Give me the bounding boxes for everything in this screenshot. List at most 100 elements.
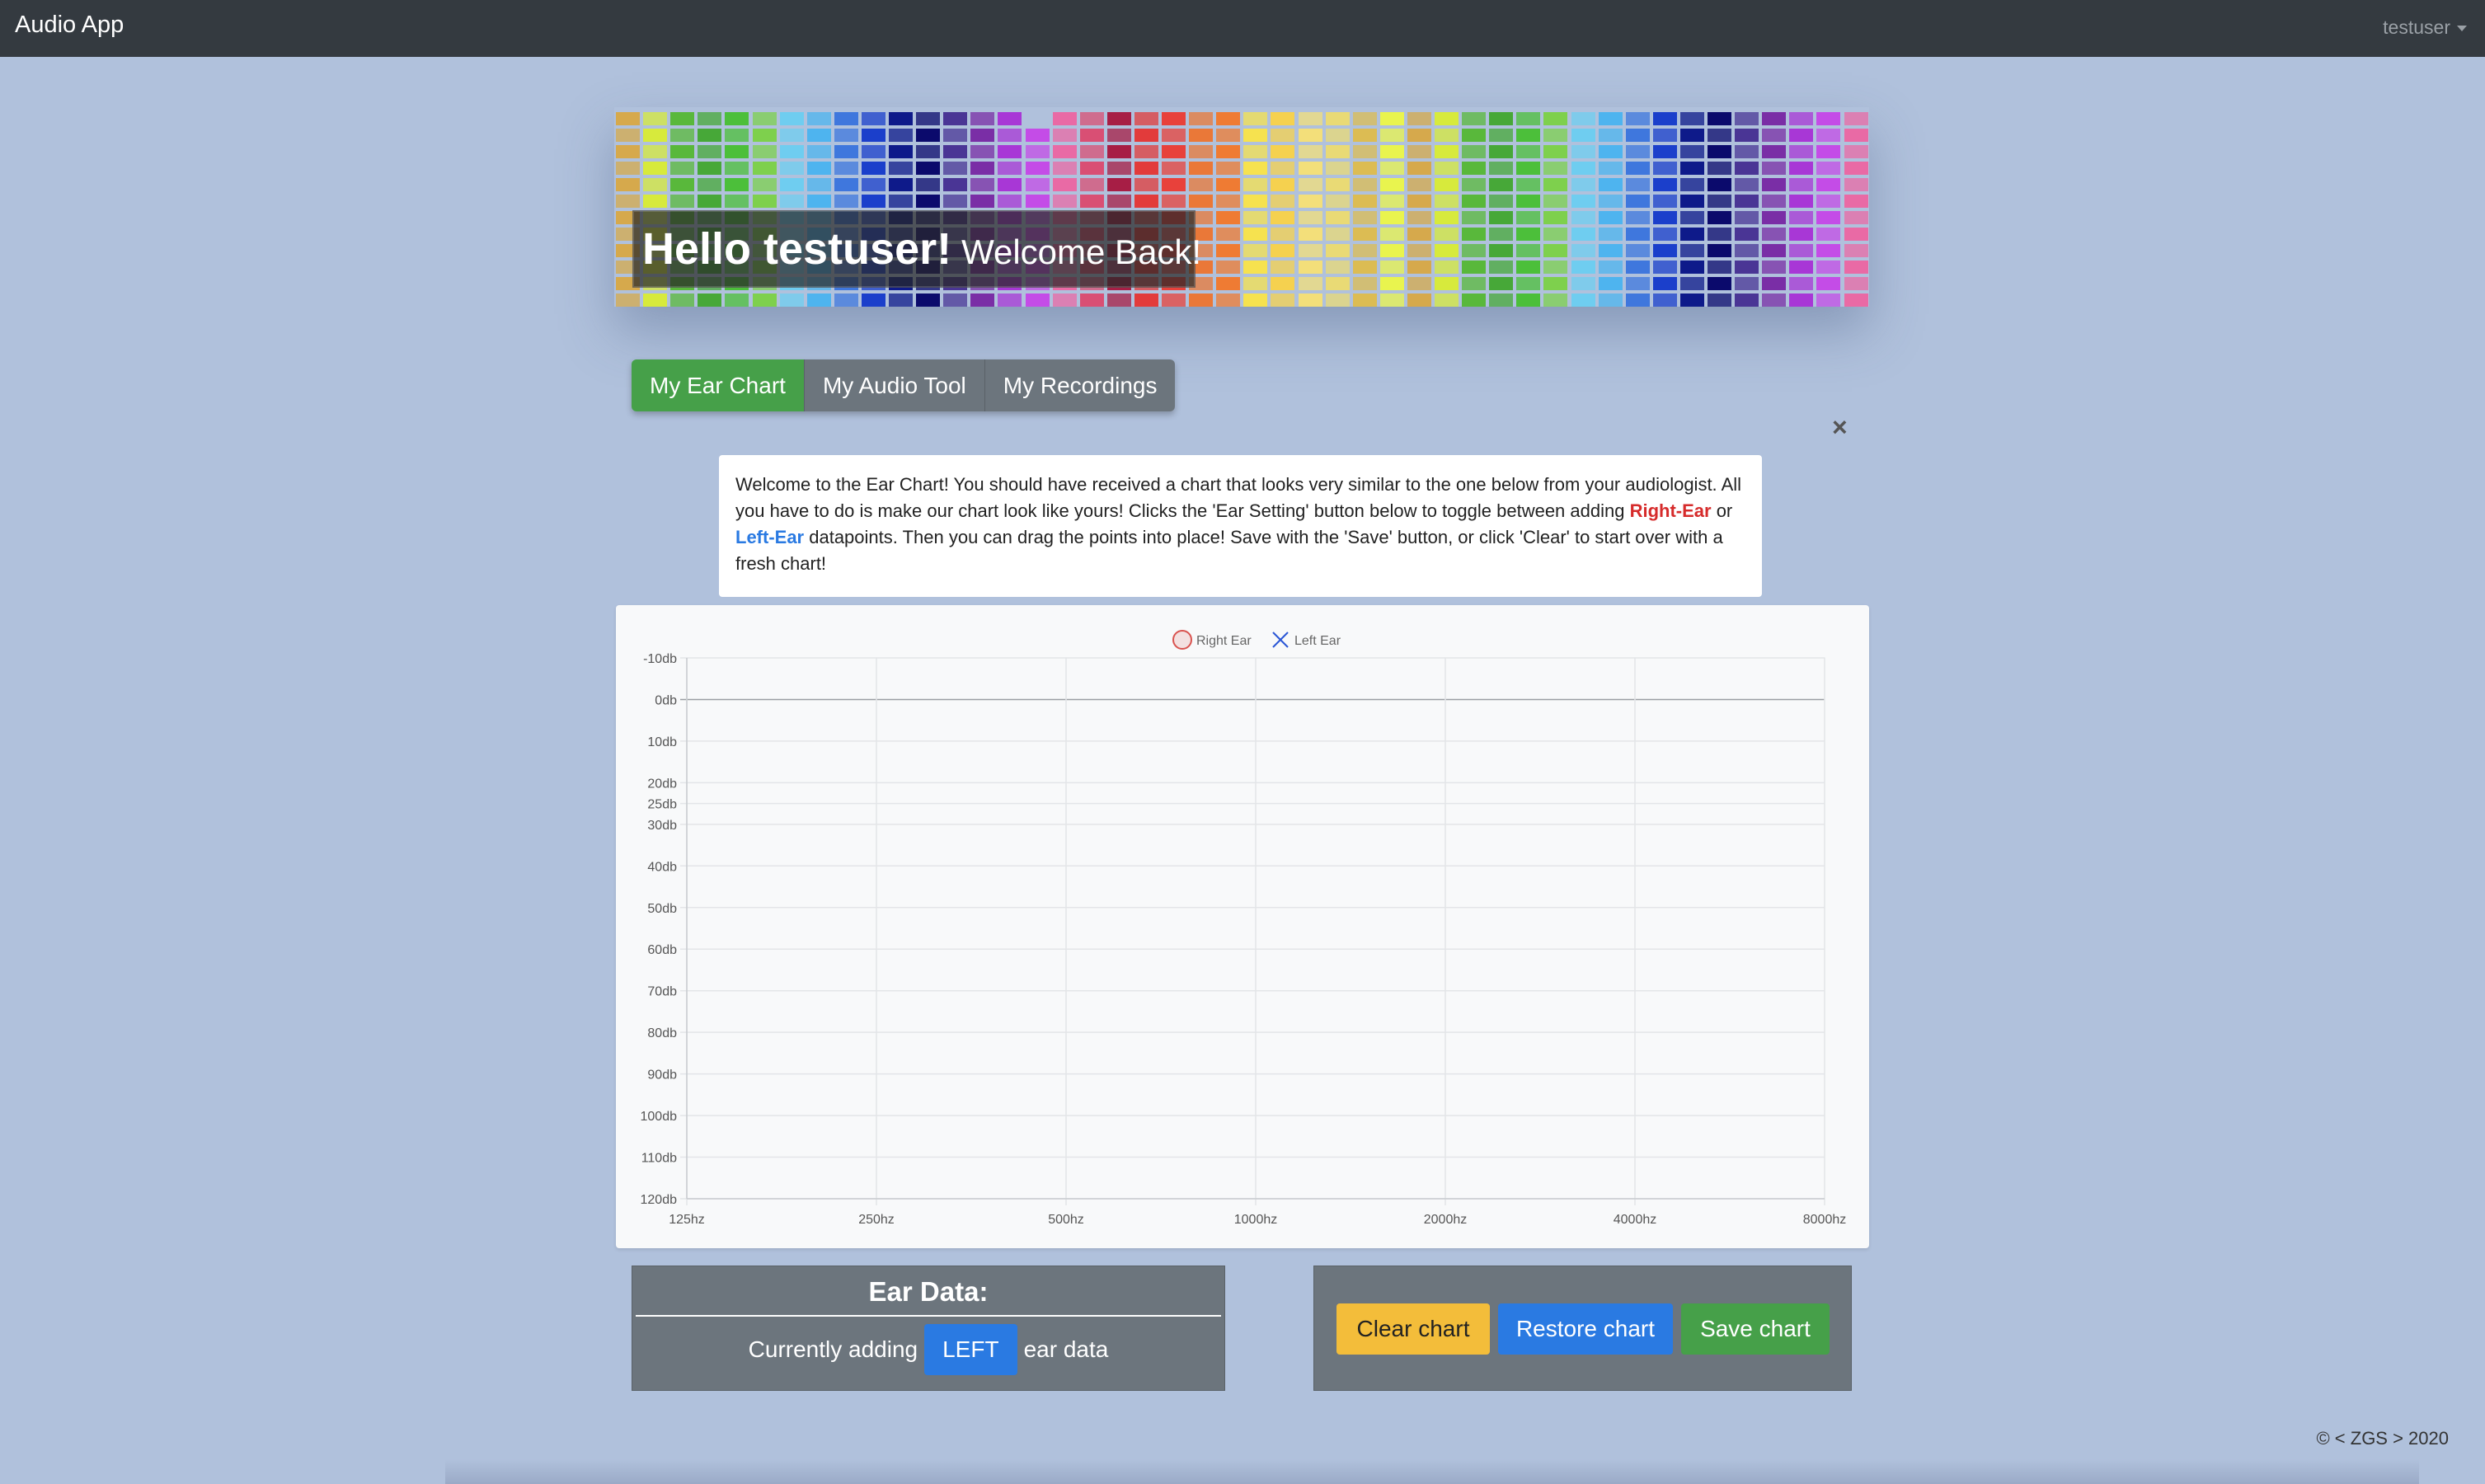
- ear-mode-prefix: Currently adding: [748, 1336, 918, 1362]
- equalizer-block: [1025, 129, 1050, 142]
- equalizer-block: [1735, 145, 1759, 158]
- equalizer-block: [1652, 129, 1677, 142]
- equalizer-bar: [1706, 107, 1733, 307]
- equalizer-block: [1435, 244, 1459, 257]
- equalizer-block: [1571, 261, 1595, 274]
- equalizer-block: [1052, 112, 1077, 125]
- equalizer-block: [1106, 129, 1131, 142]
- equalizer-block: [1462, 195, 1487, 208]
- brand-name[interactable]: Audio App: [15, 12, 124, 39]
- equalizer-block: [698, 162, 722, 175]
- equalizer-block: [806, 162, 831, 175]
- equalizer-block: [643, 195, 668, 208]
- tab-my-ear-chart[interactable]: My Ear Chart: [632, 359, 804, 411]
- equalizer-block: [1243, 228, 1268, 241]
- equalizer-block: [1489, 261, 1514, 274]
- equalizer-block: [1407, 228, 1431, 241]
- equalizer-block: [698, 294, 722, 307]
- equalizer-block: [1708, 294, 1731, 307]
- equalizer-block: [1489, 195, 1514, 208]
- tab-my-audio-tool[interactable]: My Audio Tool: [803, 359, 984, 411]
- equalizer-block: [861, 195, 885, 208]
- equalizer-block: [752, 112, 777, 125]
- equalizer-block: [1162, 129, 1186, 142]
- equalizer-block: [861, 178, 885, 191]
- equalizer-block: [1816, 261, 1841, 274]
- equalizer-block: [806, 178, 831, 191]
- equalizer-block: [1435, 294, 1459, 307]
- equalizer-block: [1571, 294, 1595, 307]
- equalizer-block: [1844, 261, 1868, 274]
- equalizer-block: [1571, 228, 1595, 241]
- equalizer-block: [1298, 195, 1322, 208]
- equalizer-block: [1325, 277, 1350, 290]
- equalizer-bar: [1269, 107, 1296, 307]
- equalizer-block: [1271, 228, 1295, 241]
- equalizer-block: [1708, 112, 1731, 125]
- equalizer-block: [1271, 129, 1295, 142]
- equalizer-block: [725, 195, 749, 208]
- user-menu[interactable]: testuser: [2383, 16, 2467, 39]
- equalizer-block: [916, 178, 941, 191]
- equalizer-bar: [1460, 107, 1487, 307]
- close-icon[interactable]: ×: [1832, 412, 1848, 443]
- equalizer-block: [1271, 211, 1295, 224]
- equalizer-block: [1271, 145, 1295, 158]
- ear-data-title: Ear Data:: [868, 1276, 989, 1307]
- equalizer-block: [1134, 162, 1158, 175]
- equalizer-block: [1652, 277, 1677, 290]
- equalizer-block: [1816, 294, 1841, 307]
- equalizer-block: [1379, 261, 1404, 274]
- equalizer-block: [1789, 145, 1814, 158]
- equalizer-bar: [1242, 107, 1269, 307]
- equalizer-block: [698, 195, 722, 208]
- equalizer-block: [1543, 129, 1568, 142]
- equalizer-block: [1162, 195, 1186, 208]
- equalizer-bar: [1597, 107, 1624, 307]
- equalizer-block: [998, 145, 1022, 158]
- equalizer-block: [1844, 244, 1868, 257]
- equalizer-block: [1598, 195, 1623, 208]
- ear-chart[interactable]: -10db 0db 10db 20db 25db 30db 40db 50db 60db 70db…: [616, 605, 1869, 1248]
- equalizer-block: [1735, 195, 1759, 208]
- equalizer-block: [1462, 129, 1487, 142]
- equalizer-block: [1134, 195, 1158, 208]
- restore-chart-button[interactable]: Restore chart: [1498, 1303, 1673, 1355]
- equalizer-block: [889, 294, 913, 307]
- legend-right-ear-label: Right Ear: [1196, 634, 1252, 648]
- equalizer-block: [1325, 211, 1350, 224]
- clear-chart-button[interactable]: Clear chart: [1336, 1303, 1490, 1355]
- equalizer-block: [1679, 244, 1704, 257]
- equalizer-block: [643, 294, 668, 307]
- equalizer-block: [1106, 195, 1131, 208]
- equalizer-block: [1844, 178, 1868, 191]
- equalizer-block: [1679, 129, 1704, 142]
- equalizer-block: [1598, 211, 1623, 224]
- equalizer-block: [1516, 244, 1541, 257]
- equalizer-block: [1216, 277, 1241, 290]
- equalizer-block: [1762, 162, 1787, 175]
- equalizer-block: [1598, 145, 1623, 158]
- equalizer-block: [616, 145, 640, 158]
- ear-toggle-button[interactable]: LEFT: [924, 1324, 1017, 1375]
- equalizer-block: [1679, 145, 1704, 158]
- equalizer-bar: [1379, 107, 1406, 307]
- equalizer-block: [1407, 277, 1431, 290]
- equalizer-block: [1162, 294, 1186, 307]
- equalizer-block: [1571, 244, 1595, 257]
- equalizer-block: [698, 112, 722, 125]
- save-chart-button[interactable]: Save chart: [1681, 1303, 1830, 1355]
- equalizer-block: [1216, 162, 1241, 175]
- equalizer-block: [1816, 211, 1841, 224]
- equalizer-block: [1271, 294, 1295, 307]
- equalizer-block: [889, 129, 913, 142]
- equalizer-block: [1516, 294, 1541, 307]
- equalizer-block: [1652, 244, 1677, 257]
- equalizer-block: [1462, 162, 1487, 175]
- tab-my-recordings[interactable]: My Recordings: [984, 359, 1176, 411]
- equalizer-block: [1325, 294, 1350, 307]
- equalizer-block: [1735, 162, 1759, 175]
- equalizer-block: [1762, 211, 1787, 224]
- equalizer-block: [1243, 162, 1268, 175]
- equalizer-block: [643, 162, 668, 175]
